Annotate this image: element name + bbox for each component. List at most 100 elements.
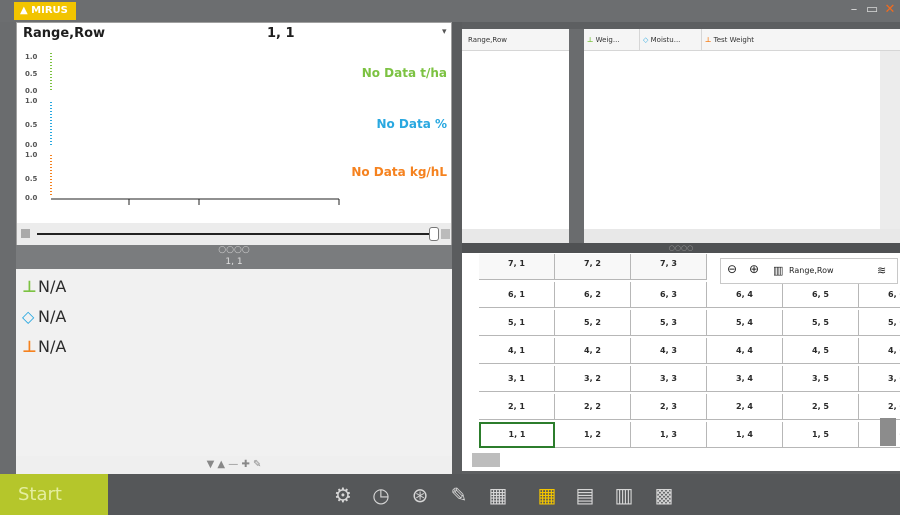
measurement-header: ⊥ Weig... ◇ Moistu... ⊥ Test Weight	[584, 29, 900, 51]
range-row-header[interactable]: Range,Row	[462, 29, 569, 51]
chevron-down-icon[interactable]: ▾	[442, 27, 447, 37]
slider-handle[interactable]	[429, 227, 439, 241]
grid-cell[interactable]: 7, 3	[631, 254, 707, 280]
timer-icon[interactable]: ◷	[368, 482, 394, 508]
grid-cell[interactable]: 5, 6	[859, 310, 900, 336]
grid-cell[interactable]: 3, 1	[479, 366, 555, 392]
grid-cell[interactable]: 3, 3	[631, 366, 707, 392]
calculator-icon[interactable]: ▩	[651, 482, 677, 508]
grid-cell[interactable]: 3, 2	[555, 366, 631, 392]
grid-cell[interactable]: 1, 4	[707, 422, 783, 448]
zoom-out-icon[interactable]: ⊖	[727, 262, 737, 276]
field-grid: 7, 17, 27, 3 6, 16, 26, 36, 46, 56, 6 5, 1…	[462, 253, 900, 471]
bars-icon[interactable]: ▥	[773, 264, 783, 277]
grid-cell[interactable]: 6, 3	[631, 282, 707, 308]
grid-cell[interactable]: 5, 5	[783, 310, 859, 336]
grid-cell[interactable]: 2, 4	[707, 394, 783, 420]
grid-label-button[interactable]: Range,Row	[789, 266, 834, 275]
moisture-tick-min: 0.0	[25, 141, 38, 149]
range-row-scrollbar[interactable]	[462, 229, 569, 243]
column-test-weight[interactable]: ⊥ Test Weight	[702, 29, 782, 51]
grid-cell[interactable]: 6, 5	[783, 282, 859, 308]
grid-cell[interactable]: 4, 5	[783, 338, 859, 364]
title-bar: ▲ MIRUS – ▭ ✕	[0, 0, 900, 22]
slider-end-icon[interactable]	[441, 229, 450, 239]
grid-cell[interactable]: 2, 5	[783, 394, 859, 420]
chart-icon[interactable]: ▦	[485, 482, 511, 508]
grid-cell[interactable]: 5, 2	[555, 310, 631, 336]
moisture-tick-max: 1.0	[25, 97, 38, 105]
moisture-readout: ◇ N/A	[22, 307, 67, 326]
testweight-tick-min: 0.0	[25, 194, 38, 202]
timeline-slider-bar	[17, 223, 451, 245]
measurement-vscroll[interactable]	[880, 51, 900, 229]
zoom-in-icon[interactable]: ⊕	[749, 262, 759, 276]
chart-panel: Range,Row 1, 1 ▾ 1.0 0.5 0.0 1.0 0.5 0.0…	[16, 22, 452, 245]
layers-icon[interactable]: ≋	[877, 264, 886, 277]
grid-cell[interactable]: 2, 2	[555, 394, 631, 420]
slider-start-icon[interactable]	[21, 229, 30, 238]
grid-cell[interactable]: 6, 2	[555, 282, 631, 308]
grid-cell[interactable]: 5, 1	[479, 310, 555, 336]
moisture-nodata-label: No Data %	[376, 117, 447, 131]
readout-location: 1, 1	[225, 257, 243, 267]
map-view-icon[interactable]: ▤	[572, 482, 598, 508]
testweight-tick-mid: 0.5	[25, 175, 38, 183]
grid-cell[interactable]: 4, 1	[479, 338, 555, 364]
minimize-icon[interactable]: –	[846, 2, 862, 18]
list-splitter[interactable]	[569, 29, 584, 243]
maximize-icon[interactable]: ▭	[864, 2, 880, 18]
weight-nodata-label: No Data t/ha	[361, 66, 447, 80]
grid-cell[interactable]: 3, 5	[783, 366, 859, 392]
column-moisture[interactable]: ◇ Moistu...	[640, 29, 702, 51]
panel-grip[interactable]: ○○○○ 1, 1	[16, 245, 452, 269]
testweight-nodata-label: No Data kg/hL	[351, 165, 447, 179]
column-weight[interactable]: ⊥ Weig...	[584, 29, 640, 51]
compass-icon[interactable]: ⊛	[407, 482, 433, 508]
grid-view-icon[interactable]: ▦	[534, 482, 560, 508]
grid-cell[interactable]: 6, 1	[479, 282, 555, 308]
chart-location-value: 1, 1	[267, 26, 295, 41]
pencil-icon[interactable]: ✎	[446, 482, 472, 508]
testweight-readout: ⊥N/A	[22, 337, 67, 356]
grid-cell[interactable]: 4, 2	[555, 338, 631, 364]
weight-tick-max: 1.0	[25, 53, 38, 61]
measurement-hscroll[interactable]	[584, 229, 900, 243]
grid-cell[interactable]: 7, 2	[555, 254, 631, 280]
testweight-tick-max: 1.0	[25, 151, 38, 159]
weight-readout: ⊥N/A	[22, 277, 67, 296]
start-button[interactable]: Start	[0, 474, 108, 515]
panel-grip-right[interactable]: ○○○○	[462, 243, 900, 253]
readout-controls[interactable]: ▼ ▲ — ✚ ✎	[16, 456, 452, 474]
weight-tick-mid: 0.5	[25, 70, 38, 78]
table-view-icon[interactable]: ▥	[611, 482, 637, 508]
app-logo: ▲ MIRUS	[14, 2, 76, 20]
grid-hscroll[interactable]	[472, 453, 500, 467]
grid-cell[interactable]: 6, 4	[707, 282, 783, 308]
grid-vscroll[interactable]	[880, 418, 896, 446]
grid-cell[interactable]: 1, 5	[783, 422, 859, 448]
settings-icon[interactable]: ⚙	[330, 482, 356, 508]
grid-cell[interactable]: 2, 6	[859, 394, 900, 420]
grid-cell[interactable]: 5, 3	[631, 310, 707, 336]
grid-cell[interactable]: 1, 1	[479, 422, 555, 448]
vertical-splitter[interactable]	[452, 22, 462, 474]
grid-cell[interactable]: 6, 6	[859, 282, 900, 308]
bottom-nav: Start ⚙ ◷ ⊛ ✎ ▦ ▦ ▤ ▥ ▩	[0, 474, 900, 515]
grid-cell[interactable]: 3, 6	[859, 366, 900, 392]
grid-cell[interactable]: 2, 1	[479, 394, 555, 420]
close-icon[interactable]: ✕	[882, 2, 898, 18]
grid-cell[interactable]: 4, 4	[707, 338, 783, 364]
grid-cell[interactable]: 4, 6	[859, 338, 900, 364]
grid-cell[interactable]: 5, 4	[707, 310, 783, 336]
weight-icon: ⊥	[22, 277, 37, 296]
grid-cell[interactable]: 3, 4	[707, 366, 783, 392]
grid-cell[interactable]: 4, 3	[631, 338, 707, 364]
weight-tick-min: 0.0	[25, 87, 38, 95]
timeline-slider[interactable]	[37, 233, 432, 235]
grid-cell[interactable]: 1, 2	[555, 422, 631, 448]
grid-cell[interactable]: 7, 1	[479, 254, 555, 280]
grid-cell[interactable]: 2, 3	[631, 394, 707, 420]
grid-cell[interactable]: 1, 3	[631, 422, 707, 448]
chart-title: Range,Row	[23, 26, 106, 41]
